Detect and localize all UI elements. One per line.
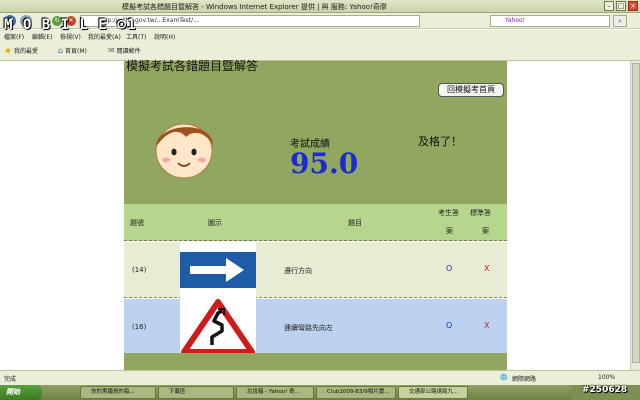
home-button[interactable]: ⌂ 首頁(M) — [58, 46, 87, 55]
question-number: (16) — [132, 323, 147, 331]
page-title: 模擬考試各錯題目暨解答 — [126, 59, 259, 73]
scrollbar-thumb[interactable] — [632, 63, 640, 363]
col-question: 題目 — [348, 219, 362, 227]
table-row: (14) 遵行方向 O X — [124, 242, 507, 298]
col-illustration: 圖示 — [208, 219, 222, 227]
col-correct-answer: 標準答 — [470, 209, 491, 217]
post-id-watermark: #250628 — [582, 385, 628, 395]
col-correct-answer-2: 案 — [482, 227, 489, 235]
window-title-bar: 模擬考試各錯題目暨解答 - Windows Internet Explorer … — [0, 0, 640, 13]
pass-message: 及格了！ — [418, 135, 462, 148]
exam-result-panel: 模擬考試各錯題目暨解答 回模擬考首頁 考試成績 95.0 及格了！ 題號 圖示 … — [124, 59, 507, 370]
search-input[interactable]: Yahoo! — [490, 15, 610, 27]
table-row: (16) 連續彎路先向左 O X — [124, 299, 507, 355]
search-icon[interactable]: ⌕ — [613, 15, 627, 27]
sign-image — [180, 299, 256, 355]
taskbar-item[interactable]: 你的実踐員的每... — [80, 386, 156, 399]
favorites-label: 我的最愛 — [14, 48, 39, 55]
read-mail-button[interactable]: ✉ 閱讀郵件 — [108, 46, 141, 55]
col-your-answer: 考生答 — [438, 209, 459, 217]
favorites-button[interactable]: ★ 我的最愛 — [4, 46, 38, 57]
minimize-button[interactable]: – — [604, 1, 614, 11]
question-text: 遵行方向 — [284, 267, 312, 275]
winding-road-sign-icon — [181, 299, 255, 355]
sign-image — [180, 242, 256, 298]
status-bar: 完成 🌐 網際網路 100% — [0, 370, 640, 385]
correct-answer: X — [484, 321, 490, 330]
back-to-exam-home-button[interactable]: 回模擬考首頁 — [438, 83, 504, 97]
footer-band — [124, 353, 507, 370]
question-number: (14) — [132, 266, 147, 274]
question-text: 連續彎路先向左 — [284, 324, 333, 332]
maximize-button[interactable]: □ — [616, 1, 626, 11]
home-icon: ⌂ — [58, 46, 64, 55]
home-label: 首頁(M) — [65, 48, 87, 55]
taskbar-item-active[interactable]: 交通部公路總局九... — [398, 386, 468, 399]
col-number: 題號 — [130, 219, 144, 227]
star-icon: ★ — [4, 46, 13, 57]
menu-favorites[interactable]: 我的最愛(A) — [88, 32, 121, 41]
mail-icon: ✉ — [108, 46, 115, 55]
globe-icon: 🌐 — [500, 374, 508, 381]
table-header-row: 題號 圖示 題目 考生答 案 標準答 案 — [124, 204, 507, 241]
menu-file[interactable]: 檔案(F) — [4, 32, 24, 41]
taskbar: 開始 你的実踐員的每... 下載區 垃圾箱 - Yahoo! 奇... Club… — [0, 385, 640, 400]
menu-edit[interactable]: 編輯(E) — [32, 32, 52, 41]
score-value: 95.0 — [290, 147, 359, 180]
your-answer: O — [446, 321, 453, 330]
read-mail-label: 閱讀郵件 — [116, 48, 141, 55]
vertical-scrollbar[interactable] — [630, 61, 640, 370]
cartoon-face-icon — [155, 123, 213, 179]
zone-text: 網際網路 — [512, 376, 537, 383]
menu-tools[interactable]: 工具(T) — [126, 32, 146, 41]
close-button[interactable]: × — [628, 1, 638, 11]
mobile01-logo: M O B I L E ⊙1 — [4, 15, 137, 33]
start-button[interactable]: 開始 — [0, 385, 42, 400]
zoom-level[interactable]: 100% — [598, 374, 615, 381]
taskbar-item[interactable]: Club1009-B3/9相片寶... — [316, 386, 396, 399]
menu-view[interactable]: 檢視(V) — [60, 32, 81, 41]
arrow-right-sign-icon — [180, 252, 256, 288]
menu-help[interactable]: 說明(H) — [154, 32, 175, 41]
result-header: 模擬考試各錯題目暨解答 回模擬考首頁 考試成績 95.0 及格了！ — [124, 59, 507, 204]
taskbar-item[interactable]: 下載區 — [158, 386, 234, 399]
favorites-bar: ★ 我的最愛 ⌂ 首頁(M) ✉ 閱讀郵件 — [0, 42, 640, 61]
col-your-answer-2: 案 — [446, 227, 453, 235]
status-text: 完成 — [4, 376, 17, 383]
your-answer: O — [446, 264, 453, 273]
window-title: 模擬考試各錯題目暨解答 - Windows Internet Explorer … — [122, 3, 387, 11]
correct-answer: X — [484, 264, 490, 273]
taskbar-item[interactable]: 垃圾箱 - Yahoo! 奇... — [236, 386, 314, 399]
